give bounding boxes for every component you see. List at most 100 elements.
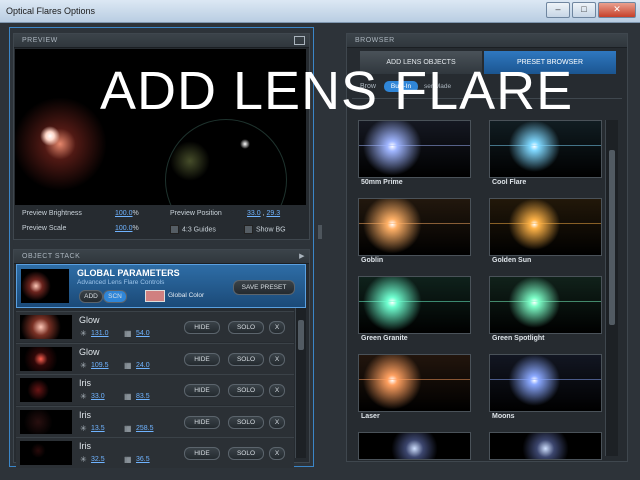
object-row[interactable]: Iris ✳ 33.0 ▦ 83.5 HIDE SOLO X bbox=[16, 374, 294, 405]
expand-arrow-icon[interactable]: ▶ bbox=[299, 250, 305, 263]
flare-ghost bbox=[170, 141, 210, 181]
sun-icon: ✳ bbox=[80, 360, 87, 370]
preset-thumbnail[interactable] bbox=[358, 120, 471, 178]
sun-icon: ✳ bbox=[80, 423, 87, 433]
maximize-button[interactable]: □ bbox=[572, 2, 596, 18]
preset-thumbnail[interactable] bbox=[489, 276, 602, 334]
object-thumbnail bbox=[20, 409, 72, 434]
box-icon: ▦ bbox=[124, 360, 132, 370]
hide-button[interactable]: HIDE bbox=[184, 415, 220, 429]
object-name: Glow bbox=[79, 315, 100, 325]
object-value-1[interactable]: 109.5 bbox=[91, 362, 109, 369]
position-label: Preview Position bbox=[170, 210, 222, 217]
close-button[interactable]: ✕ bbox=[598, 2, 636, 18]
remove-button[interactable]: X bbox=[269, 384, 285, 397]
preset-thumbnail[interactable] bbox=[489, 120, 602, 178]
flare-spark bbox=[240, 139, 250, 149]
add-button[interactable]: ADD bbox=[79, 290, 103, 303]
object-value-2[interactable]: 83.5 bbox=[136, 393, 150, 400]
window-titlebar: Optical Flares Options – □ ✕ bbox=[0, 0, 640, 23]
box-icon: ▦ bbox=[124, 392, 132, 401]
object-row[interactable]: Iris ✳ 32.5 ▦ 36.5 HIDE SOLO X bbox=[16, 437, 294, 468]
object-row[interactable]: Glow ✳ 131.0 ▦ 54.0 HIDE SOLO X bbox=[16, 311, 294, 342]
overlay-title: ADD LENS FLARE bbox=[100, 61, 574, 121]
global-subtitle: Advanced Lens Flare Controls bbox=[77, 279, 165, 286]
box-icon: ▦ bbox=[124, 455, 132, 464]
solo-button[interactable]: SOLO bbox=[228, 447, 264, 460]
object-row[interactable]: Glow ✳ 109.5 ▦ 24.0 HIDE SOLO X bbox=[16, 342, 294, 374]
scale-label: Preview Scale bbox=[22, 225, 67, 232]
solo-button[interactable]: SOLO bbox=[228, 384, 264, 397]
position-x-value[interactable]: 33.0 bbox=[247, 210, 261, 217]
hide-button[interactable]: HIDE bbox=[184, 447, 220, 460]
save-preset-button[interactable]: SAVE PRESET bbox=[233, 280, 295, 295]
box-icon: ▦ bbox=[124, 423, 132, 433]
hide-button[interactable]: HIDE bbox=[184, 352, 220, 366]
hide-button[interactable]: HIDE bbox=[184, 321, 220, 334]
solo-button[interactable]: SOLO bbox=[228, 321, 264, 334]
object-stack-scrollbar[interactable] bbox=[295, 308, 306, 458]
splitter-handle[interactable] bbox=[318, 225, 322, 239]
object-value-1[interactable]: 32.5 bbox=[91, 456, 105, 463]
browser-header: BROWSER bbox=[355, 37, 395, 44]
preset-thumbnail[interactable] bbox=[358, 432, 471, 460]
object-value-1[interactable]: 33.0 bbox=[91, 393, 105, 400]
browser-scroll-thumb[interactable] bbox=[609, 150, 615, 325]
position-y-value[interactable]: 29.3 bbox=[266, 210, 280, 217]
object-row[interactable]: Iris ✳ 13.5 ▦ 258.5 HIDE SOLO X bbox=[16, 405, 294, 437]
sun-icon: ✳ bbox=[80, 329, 87, 338]
preset-name[interactable]: Green Granite bbox=[361, 335, 408, 342]
flare-core bbox=[40, 126, 60, 146]
global-color-swatch[interactable] bbox=[145, 290, 165, 302]
preset-name[interactable]: Cool Flare bbox=[492, 179, 526, 186]
remove-button[interactable]: X bbox=[269, 321, 285, 334]
object-thumbnail bbox=[20, 378, 72, 402]
preset-thumbnail[interactable] bbox=[489, 432, 602, 460]
object-value-2[interactable]: 54.0 bbox=[136, 330, 150, 337]
preset-name[interactable]: Moons bbox=[492, 413, 515, 420]
object-value-2[interactable]: 36.5 bbox=[136, 456, 150, 463]
object-stack-scroll-thumb[interactable] bbox=[298, 320, 304, 350]
hide-button[interactable]: HIDE bbox=[184, 384, 220, 397]
solo-button[interactable]: SOLO bbox=[228, 415, 264, 429]
global-thumbnail bbox=[21, 269, 69, 303]
guides-checkbox[interactable] bbox=[170, 225, 179, 234]
remove-button[interactable]: X bbox=[269, 352, 285, 366]
preset-name[interactable]: Green Spotlight bbox=[492, 335, 545, 342]
preset-thumbnail[interactable] bbox=[358, 198, 471, 256]
global-color-label: Global Color bbox=[168, 292, 205, 299]
remove-button[interactable]: X bbox=[269, 415, 285, 429]
scn-button[interactable]: SCN bbox=[103, 290, 127, 303]
preset-thumbnail[interactable] bbox=[358, 354, 471, 412]
object-value-2[interactable]: 24.0 bbox=[136, 362, 150, 369]
object-thumbnail bbox=[20, 346, 72, 371]
global-parameters: GLOBAL PARAMETERS Advanced Lens Flare Co… bbox=[16, 264, 306, 308]
minimize-button[interactable]: – bbox=[546, 2, 570, 18]
preset-thumbnail[interactable] bbox=[489, 198, 602, 256]
scale-value[interactable]: 100.0 bbox=[115, 225, 133, 232]
browser-scrollbar[interactable] bbox=[605, 120, 618, 456]
object-thumbnail bbox=[20, 315, 72, 339]
preset-thumbnail[interactable] bbox=[489, 354, 602, 412]
object-name: Iris bbox=[79, 441, 91, 451]
sun-icon: ✳ bbox=[80, 455, 87, 464]
popout-icon[interactable] bbox=[294, 36, 305, 45]
remove-button[interactable]: X bbox=[269, 447, 285, 460]
object-thumbnail bbox=[20, 441, 72, 465]
showbg-label: Show BG bbox=[256, 226, 286, 234]
preset-name[interactable]: Golden Sun bbox=[492, 257, 531, 264]
preview-header: PREVIEW bbox=[22, 37, 58, 44]
brightness-value[interactable]: 100.0 bbox=[115, 210, 133, 217]
object-value-1[interactable]: 131.0 bbox=[91, 330, 109, 337]
object-name: Glow bbox=[79, 346, 100, 357]
object-value-2[interactable]: 258.5 bbox=[136, 425, 154, 432]
preset-name[interactable]: 50mm Prime bbox=[361, 179, 403, 186]
object-value-1[interactable]: 13.5 bbox=[91, 425, 105, 432]
preset-thumbnail[interactable] bbox=[358, 276, 471, 334]
solo-button[interactable]: SOLO bbox=[228, 352, 264, 366]
preset-name[interactable]: Goblin bbox=[361, 257, 383, 264]
brightness-label: Preview Brightness bbox=[22, 210, 82, 217]
scale-unit: % bbox=[132, 225, 139, 232]
preset-name[interactable]: Laser bbox=[361, 413, 380, 420]
showbg-checkbox[interactable] bbox=[244, 225, 253, 234]
